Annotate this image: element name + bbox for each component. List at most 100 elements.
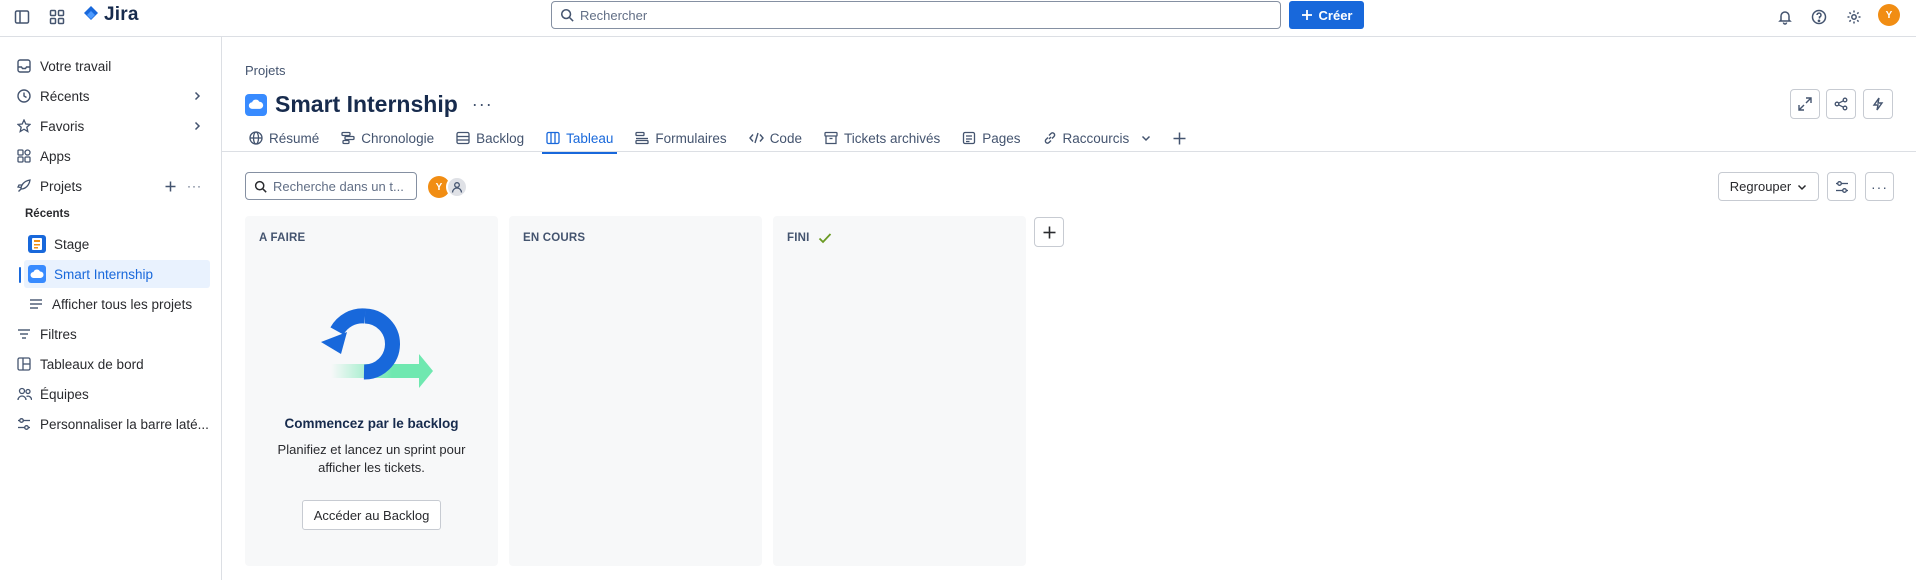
add-project-icon[interactable]	[165, 181, 176, 192]
search-icon	[560, 8, 574, 22]
column-title-text: A FAIRE	[259, 232, 306, 244]
automation-button[interactable]	[1863, 89, 1893, 119]
sidebar-item-teams[interactable]: Équipes	[12, 380, 210, 408]
star-icon	[16, 118, 32, 134]
tab-label: Pages	[982, 130, 1021, 146]
group-label: Regrouper	[1729, 179, 1792, 194]
sidebar-item-favorites[interactable]: Favoris	[12, 112, 210, 140]
tab-board[interactable]: Tableau	[542, 125, 618, 154]
sidebar-item-label: Smart Internship	[54, 266, 154, 282]
sidebar-item-customize[interactable]: Personnaliser la barre laté...	[12, 410, 210, 438]
sidebar-all-projects[interactable]: Afficher tous les projets	[24, 290, 210, 318]
filter-icon	[16, 326, 32, 342]
lightning-icon	[1872, 97, 1884, 111]
tab-label: Tableau	[566, 130, 614, 146]
board-column-done: FINI	[773, 216, 1026, 566]
sidebar-item-label: Favoris	[40, 118, 85, 134]
sidebar-item-apps[interactable]: Apps	[12, 142, 210, 170]
cloud-icon	[28, 265, 46, 283]
user-avatar[interactable]: Y	[1878, 4, 1900, 26]
app-switcher-icon[interactable]	[45, 5, 69, 29]
tab-summary[interactable]: Résumé	[245, 125, 323, 151]
board-column-todo: A FAIRE Commencez par le backlog Planifi…	[245, 216, 498, 566]
tab-backlog[interactable]: Backlog	[452, 125, 528, 151]
sidebar-item-label: Filtres	[40, 326, 77, 342]
timeline-icon	[341, 131, 355, 145]
project-tabs: Résumé Chronologie Backlog Tableau Formu…	[245, 125, 1190, 154]
tab-archived-tickets[interactable]: Tickets archivés	[820, 125, 944, 151]
jira-logo[interactable]: Jira	[82, 4, 139, 26]
tab-forms[interactable]: Formulaires	[631, 125, 730, 151]
sidebar-item-label: Stage	[54, 236, 90, 252]
pages-icon	[962, 131, 976, 145]
sidebar-project-stage[interactable]: Stage	[24, 230, 210, 258]
settings-gear-icon[interactable]	[1842, 5, 1866, 29]
global-search[interactable]	[551, 1, 1281, 29]
go-to-backlog-button[interactable]: Accéder au Backlog	[302, 500, 441, 530]
search-input[interactable]	[580, 7, 1260, 23]
sidebar-item-filters[interactable]: Filtres	[12, 320, 210, 348]
app-name: Jira	[104, 4, 139, 25]
clock-icon	[16, 88, 32, 104]
plus-icon	[1043, 226, 1056, 239]
project-more-icon[interactable]: ···	[472, 94, 493, 115]
share-button[interactable]	[1826, 89, 1856, 119]
column-title: A FAIRE	[259, 232, 305, 244]
more-horizontal-icon: ···	[1871, 178, 1888, 195]
column-title-text: EN COURS	[523, 232, 586, 244]
dashboard-icon	[16, 356, 32, 372]
tab-timeline[interactable]: Chronologie	[337, 125, 438, 151]
plus-icon	[1301, 9, 1313, 21]
board-icon	[546, 131, 560, 145]
breadcrumb[interactable]: Projets	[245, 63, 285, 78]
list-icon	[28, 296, 44, 312]
sidebar-item-label: Apps	[40, 148, 71, 164]
cloud-icon	[245, 93, 267, 116]
tab-label: Raccourcis	[1062, 130, 1130, 146]
project-stage-icon	[28, 235, 46, 253]
tab-pages[interactable]: Pages	[958, 125, 1024, 151]
tab-label: Tickets archivés	[843, 130, 941, 146]
sidebar-item-projects[interactable]: Projets ···	[12, 172, 210, 200]
column-title: EN COURS	[523, 232, 585, 244]
tabs-divider	[222, 151, 1916, 152]
people-icon	[16, 386, 32, 402]
tab-label: Chronologie	[361, 130, 435, 146]
create-button[interactable]: Créer	[1289, 1, 1364, 29]
notifications-icon[interactable]	[1773, 5, 1797, 29]
top-navigation-bar: Jira Créer Y	[0, 0, 1916, 37]
more-options-icon[interactable]: ···	[187, 179, 202, 193]
tab-code[interactable]: Code	[745, 125, 806, 151]
board-search[interactable]	[245, 172, 417, 200]
chevron-right-icon	[192, 91, 202, 101]
plus-icon	[1173, 132, 1186, 145]
assignee-filter[interactable]: Y	[428, 176, 468, 198]
project-header: Smart Internship ···	[245, 91, 493, 118]
page-title: Smart Internship	[275, 91, 458, 117]
sidebar-item-your-work[interactable]: Votre travail	[12, 52, 210, 80]
sidebar-toggle-icon[interactable]	[10, 5, 34, 29]
unassigned-avatar-icon[interactable]	[446, 176, 468, 198]
active-indicator	[19, 267, 21, 283]
sidebar-item-dashboards[interactable]: Tableaux de bord	[12, 350, 210, 378]
chevron-down-icon[interactable]	[1141, 133, 1151, 143]
sidebar-item-recents[interactable]: Récents	[12, 82, 210, 110]
group-by-button[interactable]: Regrouper	[1718, 172, 1819, 201]
board-search-input[interactable]	[273, 178, 403, 194]
chevron-down-icon	[1797, 182, 1807, 192]
sidebar-item-label: Votre travail	[40, 58, 112, 74]
tab-shortcuts[interactable]: Raccourcis	[1039, 125, 1156, 151]
sidebar-project-smart-internship[interactable]: Smart Internship	[24, 260, 210, 288]
board-column-in-progress: EN COURS	[509, 216, 762, 566]
add-column-button[interactable]	[1034, 217, 1064, 247]
sidebar-item-label: Projets	[40, 178, 83, 194]
column-title: FINI	[787, 232, 832, 244]
archive-icon	[824, 131, 838, 145]
view-settings-button[interactable]	[1827, 172, 1856, 201]
board-more-button[interactable]: ···	[1865, 172, 1894, 201]
check-icon	[818, 232, 832, 244]
fullscreen-button[interactable]	[1790, 89, 1820, 119]
help-icon[interactable]	[1807, 5, 1831, 29]
add-tab-button[interactable]	[1169, 125, 1190, 151]
code-icon	[748, 131, 764, 145]
